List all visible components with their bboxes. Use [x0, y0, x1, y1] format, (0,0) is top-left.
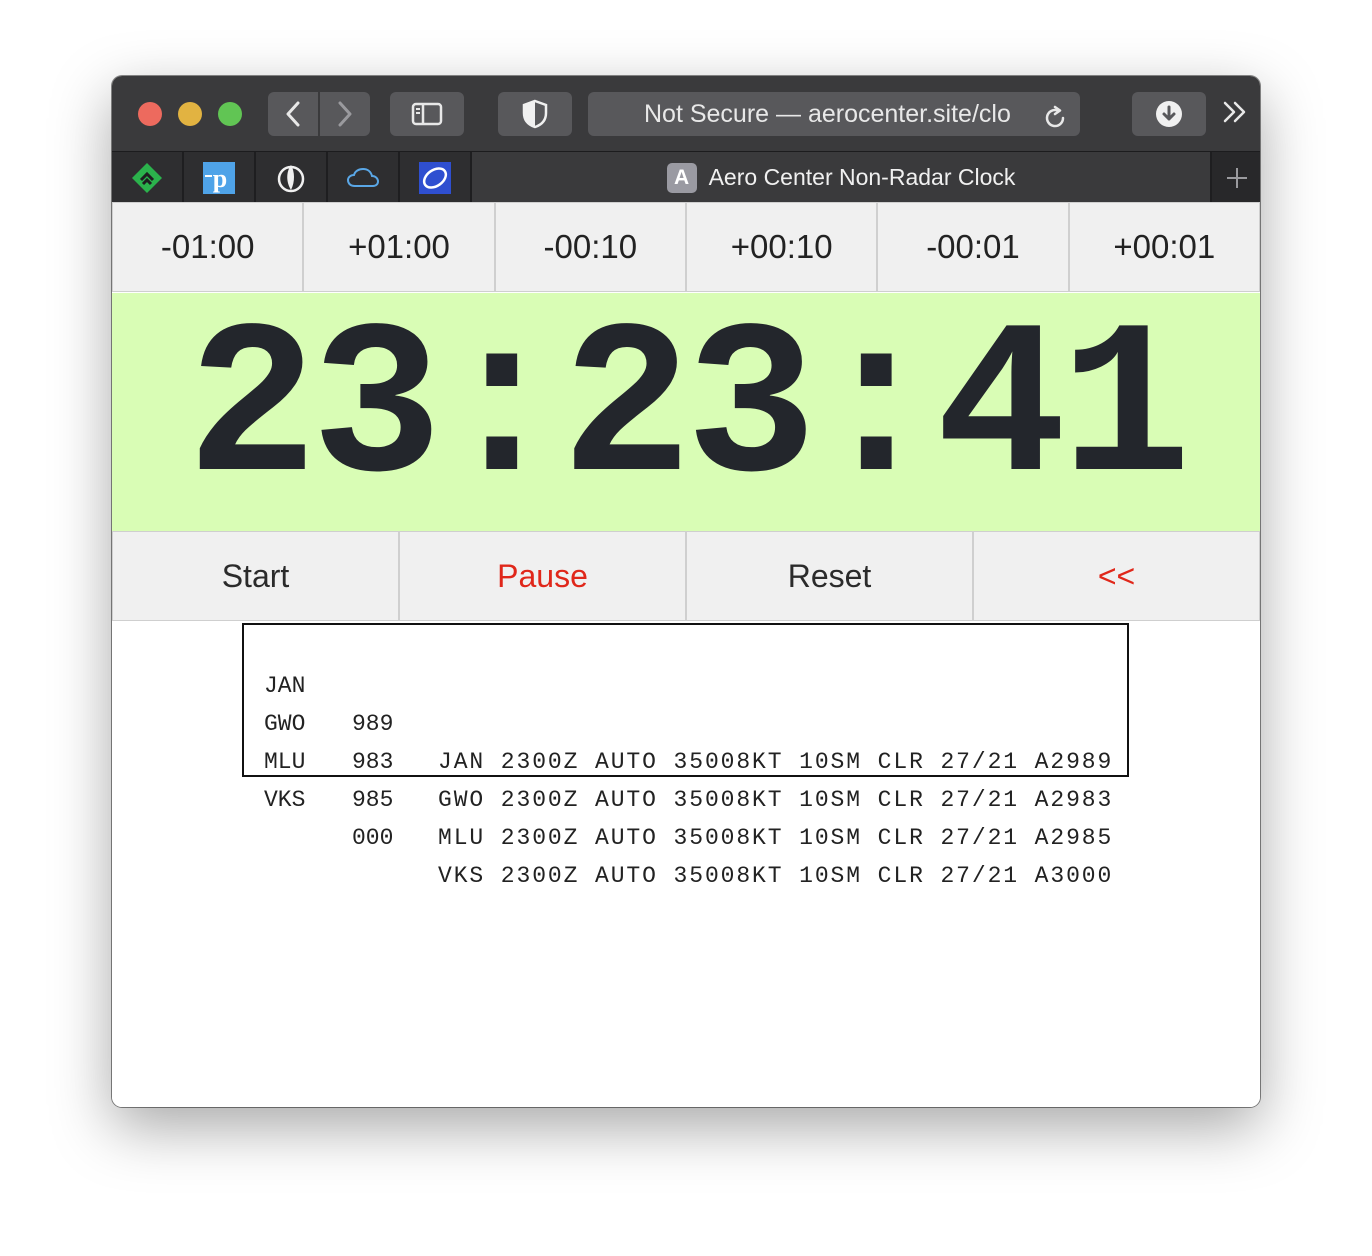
minimize-window-button[interactable]	[178, 102, 202, 126]
close-window-button[interactable]	[138, 102, 162, 126]
metar-station: VKS	[264, 787, 306, 813]
back-button[interactable]	[268, 92, 318, 136]
new-tab-button[interactable]	[1210, 152, 1260, 203]
plus-1-minute-button[interactable]: +01:00	[303, 202, 495, 292]
tab-title: Aero Center Non-Radar Clock	[708, 164, 1016, 190]
forward-button[interactable]	[320, 92, 370, 136]
pinboard-icon: p	[203, 161, 235, 194]
clock-display: 23:23:41	[112, 289, 1260, 535]
page-content: -01:00 +01:00 -00:10 +00:10 -00:01 +00:0…	[112, 202, 1260, 1107]
chevron-left-icon	[286, 101, 300, 127]
pinned-tab-feedly[interactable]	[112, 152, 184, 203]
more-toolbar-items-icon[interactable]	[1222, 100, 1248, 129]
minus-1-minute-button[interactable]: -01:00	[112, 202, 304, 292]
minus-10-seconds-button[interactable]: -00:10	[494, 202, 686, 292]
tab-bar: p A Aero Center Non-Radar Clock	[112, 151, 1260, 203]
time-adjust-row: -01:00 +01:00 -00:10 +00:10 -00:01 +00:0…	[112, 202, 1260, 292]
feedly-icon	[132, 162, 162, 193]
downloads-button[interactable]	[1132, 92, 1206, 136]
pinned-tab-kindle[interactable]	[256, 152, 328, 203]
reload-icon[interactable]	[1042, 101, 1068, 136]
metar-altimeter: 000	[352, 825, 394, 851]
pinned-tab-pinboard[interactable]: p	[184, 152, 256, 203]
sidebar-button[interactable]	[390, 92, 464, 136]
metar-row: JAN 989 JAN 2300Z AUTO 35008KT 10SM CLR …	[244, 629, 1127, 775]
tab-favicon: A	[666, 162, 697, 193]
back-to-realtime-button[interactable]: <<	[973, 531, 1260, 621]
browser-window: Not Secure — aerocenter.site/clo p A Aer…	[112, 76, 1260, 1107]
url-text: Not Secure — aerocenter.site/clo	[644, 100, 1011, 128]
kindle-icon	[277, 164, 305, 192]
start-button[interactable]: Start	[112, 531, 399, 621]
metar-row: MLU 985 MLU 2300Z AUTO 35008KT 10SM CLR …	[244, 705, 1127, 851]
chevron-right-icon	[338, 101, 352, 127]
metar-row: VKS 000 VKS 2300Z AUTO 35008KT 10SM CLR …	[244, 743, 1127, 889]
dark-sky-icon	[419, 161, 451, 194]
privacy-report-button[interactable]	[498, 92, 572, 136]
clock-controls: Start Pause Reset <<	[112, 531, 1260, 621]
zoom-window-button[interactable]	[218, 102, 242, 126]
metar-row: GWO 983 GWO 2300Z AUTO 35008KT 10SM CLR …	[244, 667, 1127, 813]
browser-toolbar: Not Secure — aerocenter.site/clo	[112, 76, 1260, 151]
reset-button[interactable]: Reset	[686, 531, 973, 621]
plus-1-second-button[interactable]: +00:01	[1068, 202, 1260, 292]
metar-report: MLU 2300Z AUTO 35008KT 10SM CLR 27/21 A2…	[438, 825, 1114, 851]
plus-icon	[1227, 167, 1247, 188]
pinned-tab-dark-sky[interactable]	[400, 152, 472, 203]
metar-report: GWO 2300Z AUTO 35008KT 10SM CLR 27/21 A2…	[438, 787, 1114, 813]
plus-10-seconds-button[interactable]: +00:10	[685, 202, 878, 292]
download-icon	[1156, 101, 1182, 127]
cloud-icon	[346, 167, 380, 187]
svg-text:p: p	[213, 164, 227, 193]
metar-altimeter: 985	[352, 787, 394, 813]
pinned-tab-cloud[interactable]	[328, 152, 400, 203]
minus-1-second-button[interactable]: -00:01	[877, 202, 1069, 292]
pause-button[interactable]: Pause	[399, 531, 686, 621]
shield-icon	[522, 99, 548, 129]
address-bar[interactable]: Not Secure — aerocenter.site/clo	[588, 92, 1080, 136]
metar-table: JAN 989 JAN 2300Z AUTO 35008KT 10SM CLR …	[242, 623, 1129, 889]
sidebar-icon	[411, 102, 443, 126]
metar-report: VKS 2300Z AUTO 35008KT 10SM CLR 27/21 A3…	[438, 863, 1114, 889]
tab-aero-center[interactable]: A Aero Center Non-Radar Clock	[472, 152, 1210, 203]
